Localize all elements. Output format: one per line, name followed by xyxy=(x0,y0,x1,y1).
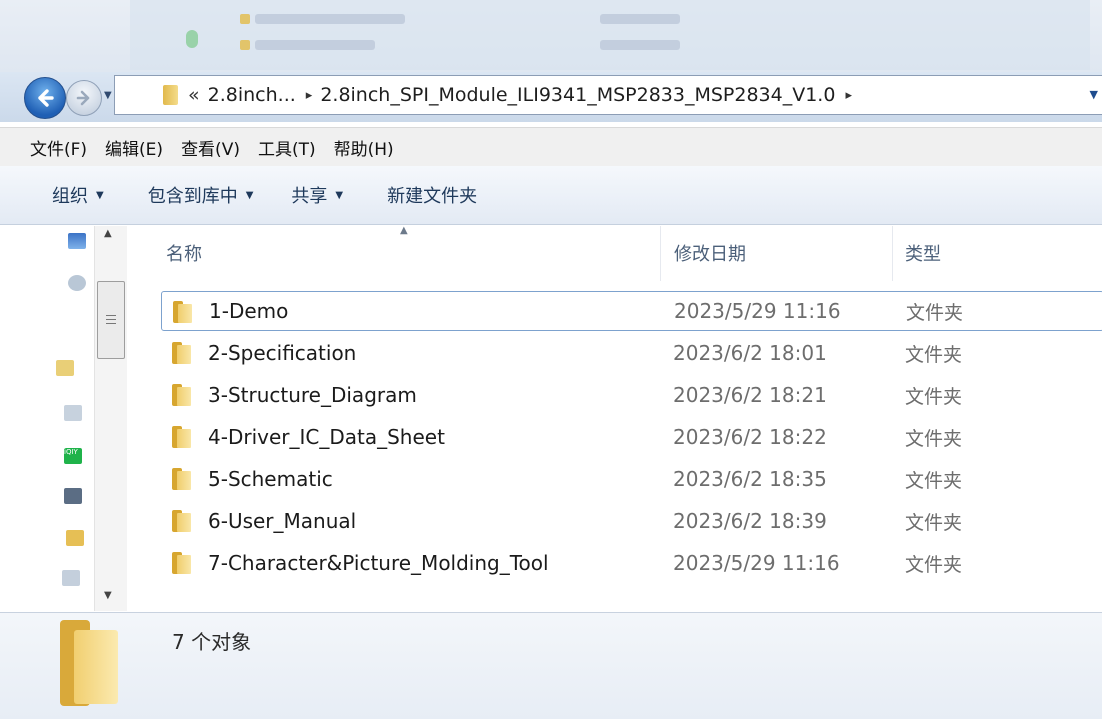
organize-label: 组织 xyxy=(52,186,88,207)
sort-ascending-icon: ▲ xyxy=(400,225,408,236)
file-name: 6-User_Manual xyxy=(208,509,357,533)
file-date: 2023/6/2 18:35 xyxy=(673,467,827,491)
address-bar[interactable]: « 2.8inch... ▸ 2.8inch_SPI_Module_ILI934… xyxy=(114,75,1102,115)
breadcrumb-segment[interactable]: 2.8inch_SPI_Module_ILI9341_MSP2833_MSP28… xyxy=(320,84,835,106)
app-icon[interactable] xyxy=(64,488,82,504)
folder-icon xyxy=(60,620,118,706)
column-header-name[interactable]: 名称 xyxy=(166,240,202,266)
breadcrumb-separator-icon[interactable]: ▸ xyxy=(306,88,313,103)
folder-icon[interactable] xyxy=(66,530,84,546)
file-date: 2023/6/2 18:01 xyxy=(673,341,827,365)
folder-icon xyxy=(172,342,192,364)
library-icon[interactable] xyxy=(56,360,74,376)
background-row xyxy=(600,40,680,50)
scroll-down-icon[interactable]: ▼ xyxy=(104,590,112,601)
file-name: 1-Demo xyxy=(209,299,289,323)
grip-line xyxy=(106,315,116,316)
menu-help[interactable]: 帮助(H) xyxy=(325,135,403,160)
file-name: 2-Specification xyxy=(208,341,357,365)
back-arrow-icon xyxy=(38,89,54,107)
scroll-up-icon[interactable]: ▲ xyxy=(104,228,112,239)
folder-icon xyxy=(173,301,193,323)
menu-file[interactable]: 文件(F) xyxy=(0,135,96,160)
file-type: 文件夹 xyxy=(905,343,963,366)
file-name: 7-Character&Picture_Molding_Tool xyxy=(208,551,549,575)
folder-icon xyxy=(172,468,192,490)
desktop-icon[interactable] xyxy=(68,233,86,249)
menu-tools[interactable]: 工具(T) xyxy=(249,135,325,160)
column-divider[interactable] xyxy=(892,226,893,281)
file-date: 2023/6/2 18:39 xyxy=(673,509,827,533)
chevron-down-icon: ▼ xyxy=(96,189,104,201)
item-count-status: 7 个对象 xyxy=(172,630,252,654)
background-row xyxy=(255,40,375,50)
folder-icon xyxy=(163,85,178,105)
list-item[interactable]: 5-Schematic 2023/6/2 18:35 文件夹 xyxy=(161,459,1102,499)
column-header-type[interactable]: 类型 xyxy=(905,240,941,266)
file-date: 2023/6/2 18:22 xyxy=(673,425,827,449)
network-icon[interactable] xyxy=(68,275,86,291)
column-divider[interactable] xyxy=(660,226,661,281)
details-pane xyxy=(0,612,1102,719)
include-in-library-label: 包含到库中 xyxy=(147,186,238,207)
breadcrumb-separator-icon[interactable]: ▸ xyxy=(845,88,852,103)
iqiyi-icon[interactable]: iQIY xyxy=(64,448,82,464)
list-item[interactable]: 1-Demo 2023/5/29 11:16 文件夹 xyxy=(161,291,1102,331)
folder-icon xyxy=(172,426,192,448)
folder-icon xyxy=(172,552,192,574)
background-row xyxy=(600,14,680,24)
file-name: 3-Structure_Diagram xyxy=(208,383,417,407)
share-label: 共享 xyxy=(291,186,328,207)
file-type: 文件夹 xyxy=(905,469,963,492)
grip-line xyxy=(106,319,116,320)
file-type: 文件夹 xyxy=(905,427,963,450)
background-row xyxy=(255,14,405,24)
computer-icon[interactable] xyxy=(62,570,80,586)
new-folder-button[interactable]: 新建文件夹 xyxy=(387,182,477,208)
list-item[interactable]: 7-Character&Picture_Molding_Tool 2023/5/… xyxy=(161,543,1102,583)
scrollbar-thumb[interactable] xyxy=(97,281,125,359)
file-date: 2023/5/29 11:16 xyxy=(673,551,840,575)
list-item[interactable]: 2-Specification 2023/6/2 18:01 文件夹 xyxy=(161,333,1102,373)
menu-view[interactable]: 查看(V) xyxy=(172,135,249,160)
file-date: 2023/6/2 18:21 xyxy=(673,383,827,407)
folder-icon xyxy=(172,384,192,406)
background-window-content xyxy=(130,0,1090,70)
file-name: 5-Schematic xyxy=(208,467,333,491)
back-button[interactable] xyxy=(24,77,66,119)
new-folder-label: 新建文件夹 xyxy=(387,186,478,207)
list-item[interactable]: 6-User_Manual 2023/6/2 18:39 文件夹 xyxy=(161,501,1102,541)
file-type: 文件夹 xyxy=(905,553,963,576)
organize-button[interactable]: 组织 ▼ xyxy=(52,182,104,208)
forward-arrow-icon xyxy=(76,90,90,106)
command-bar: 组织 ▼ 包含到库中 ▼ 共享 ▼ 新建文件夹 xyxy=(0,166,1102,225)
list-item[interactable]: 3-Structure_Diagram 2023/6/2 18:21 文件夹 xyxy=(161,375,1102,415)
menu-edit[interactable]: 编辑(E) xyxy=(96,135,172,160)
include-in-library-button[interactable]: 包含到库中 ▼ xyxy=(148,182,254,208)
file-type: 文件夹 xyxy=(905,511,963,534)
breadcrumb-segment[interactable]: 2.8inch... xyxy=(208,84,296,106)
chevron-down-icon: ▼ xyxy=(245,189,254,201)
history-dropdown-icon[interactable]: ▼ xyxy=(104,90,112,101)
background-folder-icon xyxy=(240,40,250,50)
file-type: 文件夹 xyxy=(905,385,963,408)
file-date: 2023/5/29 11:16 xyxy=(674,299,841,323)
address-overflow-chevron[interactable]: « xyxy=(188,84,200,106)
grip-line xyxy=(106,323,116,324)
list-item[interactable]: 4-Driver_IC_Data_Sheet 2023/6/2 18:22 文件… xyxy=(161,417,1102,457)
background-folder-icon xyxy=(240,14,250,24)
drive-icon[interactable] xyxy=(64,405,82,421)
chevron-down-icon: ▼ xyxy=(335,189,344,201)
column-header-date-modified[interactable]: 修改日期 xyxy=(674,240,746,266)
file-name: 4-Driver_IC_Data_Sheet xyxy=(208,425,445,449)
address-dropdown-icon[interactable]: ▼ xyxy=(1090,88,1098,101)
share-button[interactable]: 共享 ▼ xyxy=(291,182,343,208)
folder-icon xyxy=(172,510,192,532)
file-type: 文件夹 xyxy=(906,301,964,324)
forward-button[interactable] xyxy=(66,80,102,116)
background-status-icon xyxy=(186,30,198,48)
menu-bar: 文件(F) 编辑(E) 查看(V) 工具(T) 帮助(H) xyxy=(0,127,1102,167)
